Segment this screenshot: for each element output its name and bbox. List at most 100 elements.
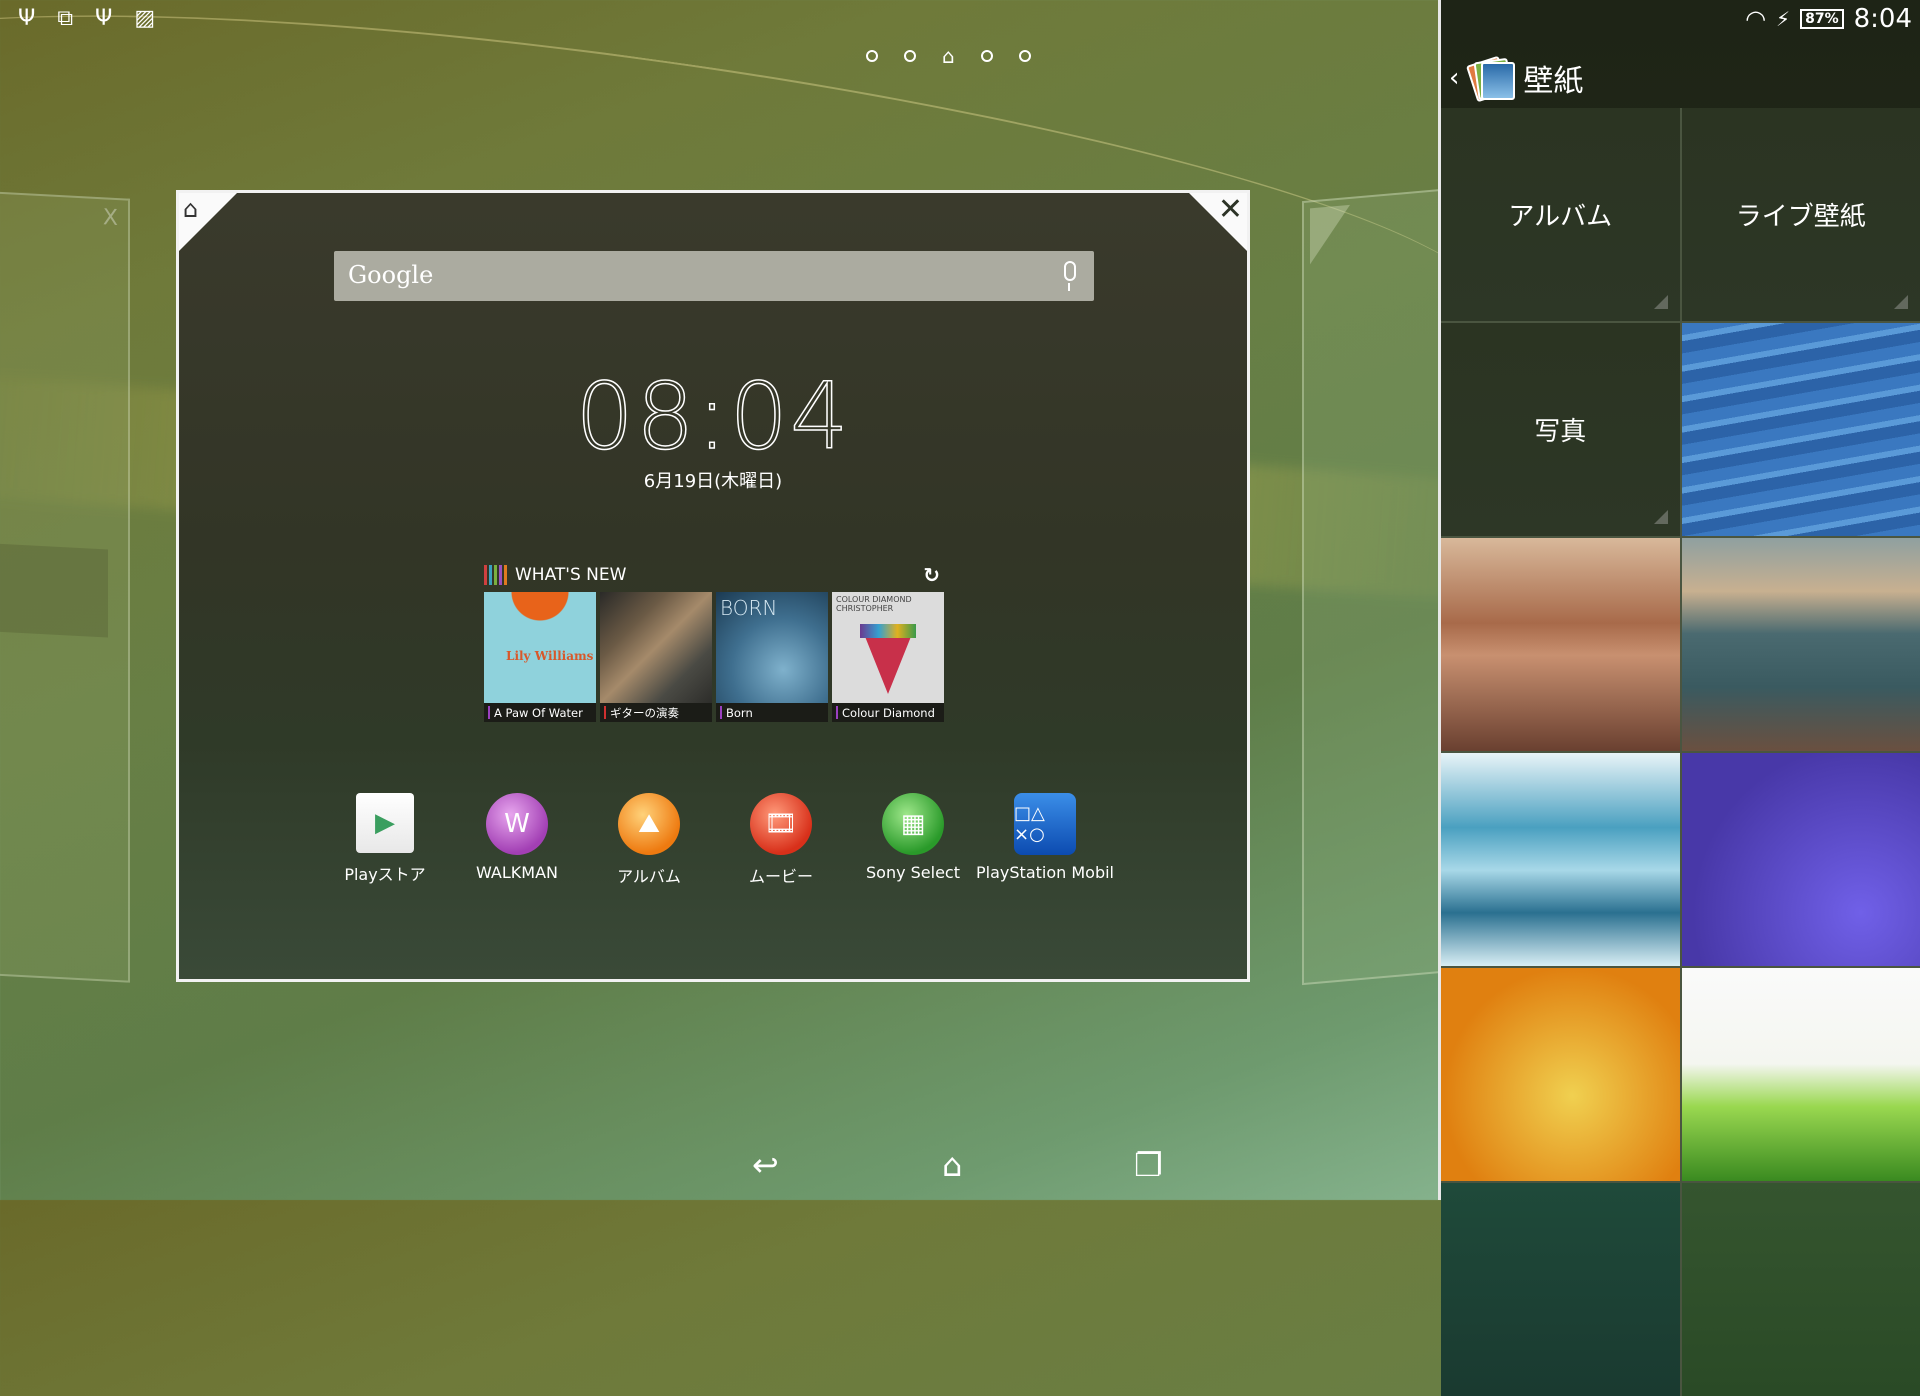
tile-label: アルバム <box>1508 196 1612 233</box>
album-art: Lily Williams <box>484 592 596 703</box>
page-dot[interactable] <box>866 50 878 62</box>
corner-indicator <box>1894 295 1908 309</box>
app-walkman[interactable]: W WALKMAN <box>451 793 583 887</box>
sony-select-icon: ▦ <box>882 793 944 855</box>
corner-indicator <box>1654 510 1668 524</box>
close-icon[interactable]: ✕ <box>1218 193 1243 226</box>
page-dot[interactable] <box>904 50 916 62</box>
album-art-text: COLOUR DIAMOND CHRISTOPHER <box>836 596 944 614</box>
card-front <box>1481 62 1515 100</box>
accent-bar <box>488 706 490 719</box>
home-page-icon[interactable]: ⌂ <box>942 46 955 66</box>
app-label: WALKMAN <box>476 863 558 882</box>
bar <box>504 565 507 585</box>
app-label: Sony Select <box>866 863 960 882</box>
home-page-preview-right[interactable] <box>1302 189 1442 985</box>
navigation-bar: ↩ ⌂ ❐ <box>0 1130 1440 1200</box>
app-movie[interactable]: 🎞 ムービー <box>715 793 847 887</box>
app-album[interactable]: ⛰ アルバム <box>583 793 715 887</box>
back-button[interactable]: ↩ <box>752 1146 779 1184</box>
album-art: BORN <box>716 592 828 703</box>
refresh-icon[interactable]: ↻ <box>923 563 940 587</box>
page-dot[interactable] <box>1019 50 1031 62</box>
charging-icon: ⚡ <box>1776 7 1790 31</box>
diamond-top <box>860 624 916 638</box>
bar <box>494 565 497 585</box>
app-dock: ▶ Playストア W WALKMAN ⛰ アルバム 🎞 ムービー ▦ Sony… <box>319 793 1111 887</box>
app-sony-select[interactable]: ▦ Sony Select <box>847 793 979 887</box>
app-label: PlayStation Mobil <box>976 863 1114 882</box>
wifi-icon: ◠ <box>1745 5 1766 33</box>
widget-ghost <box>0 543 108 637</box>
album-title: Colour Diamond <box>842 706 935 720</box>
album-item[interactable]: Lily Williams A Paw Of Water <box>484 592 596 722</box>
app-label: ムービー <box>749 863 813 887</box>
wallpaper-thumb-orange[interactable] <box>1441 968 1680 1181</box>
bar <box>489 565 492 585</box>
tile-label: ライブ壁紙 <box>1736 196 1866 233</box>
status-bar-right: ◠ ⚡ 87% 8:04 <box>1745 4 1912 34</box>
app-label: アルバム <box>617 863 681 887</box>
google-search-bar[interactable]: Google <box>334 251 1094 301</box>
page-dot[interactable] <box>981 50 993 62</box>
accent-bar <box>836 706 838 719</box>
accent-bar <box>720 706 722 719</box>
google-logo: Google <box>348 261 433 289</box>
wallpaper-app-icon <box>1469 56 1513 100</box>
album-item[interactable]: BORN Born <box>716 592 828 722</box>
album-item[interactable]: COLOUR DIAMOND CHRISTOPHER Colour Diamon… <box>832 592 944 722</box>
wallpaper-thumb-water[interactable] <box>1682 323 1920 536</box>
home-page-preview-current[interactable]: ⌂ ✕ Google 08:04 6月19日(木曜日) WHAT'S NEW ↻… <box>176 190 1250 982</box>
corner-indicator <box>1654 295 1668 309</box>
recents-button[interactable]: ❐ <box>1134 1146 1163 1184</box>
status-time: 8:04 <box>1854 4 1912 34</box>
wallpaper-picker-panel: ◠ ⚡ 87% 8:04 ‹ 壁紙 アルバム ライブ壁紙 写真 <box>1438 0 1920 1200</box>
walkman-icon: W <box>486 793 548 855</box>
album-art: COLOUR DIAMOND CHRISTOPHER <box>832 592 944 703</box>
bar <box>484 565 487 585</box>
clock-time[interactable]: 08:04 <box>179 363 1247 470</box>
app-playstation-mobile[interactable]: □△ ×○ PlayStation Mobil <box>979 793 1111 887</box>
album-title: ギターの演奏 <box>610 705 679 721</box>
app-play-store[interactable]: ▶ Playストア <box>319 793 451 887</box>
home-button[interactable]: ⌂ <box>942 1146 962 1184</box>
wallpaper-header[interactable]: ‹ 壁紙 <box>1441 48 1920 108</box>
whats-new-widget: WHAT'S NEW ↻ Lily Williams A Paw Of Wate… <box>484 560 944 722</box>
wallpaper-grid: アルバム ライブ壁紙 写真 <box>1441 108 1920 1396</box>
home-page-preview-left[interactable]: X <box>0 191 130 982</box>
usb-icon: Ψ <box>18 6 35 31</box>
tile-live-wallpaper[interactable]: ライブ壁紙 <box>1682 108 1920 321</box>
wallpaper-thumb-clouds[interactable] <box>1441 753 1680 966</box>
image-icon: ▨ <box>134 6 155 31</box>
wallpaper-thumb-green[interactable] <box>1682 1183 1920 1396</box>
accent-bar <box>604 706 606 719</box>
tile-album[interactable]: アルバム <box>1441 108 1680 321</box>
tile-label: 写真 <box>1534 411 1586 448</box>
movie-icon: 🎞 <box>750 793 812 855</box>
tile-photo[interactable]: 写真 <box>1441 323 1680 536</box>
app-label: Playストア <box>344 861 425 885</box>
status-bar-left: Ψ ⧉ Ψ ▨ <box>18 6 155 31</box>
mic-icon[interactable] <box>1064 261 1076 281</box>
screen-mirror-icon: ⧉ <box>57 6 73 31</box>
wallpaper-thumb-coast[interactable] <box>1682 538 1920 751</box>
page-indicator: ⌂ <box>866 46 1031 66</box>
clock-date: 6月19日(木曜日) <box>179 467 1247 493</box>
wallpaper-thumb-autumn-lake[interactable] <box>1441 538 1680 751</box>
bar <box>499 565 502 585</box>
album-icon: ⛰ <box>618 793 680 855</box>
album-title: Born <box>726 706 753 720</box>
wallpaper-thumb-purple[interactable] <box>1682 753 1920 966</box>
album-item[interactable]: ギターの演奏 <box>600 592 712 722</box>
back-chevron-icon[interactable]: ‹ <box>1449 63 1459 93</box>
album-art <box>600 592 712 703</box>
wallpaper-thumb-teal[interactable] <box>1441 1183 1680 1396</box>
home-icon: ⌂ <box>183 197 198 221</box>
playstation-mobile-icon: □△ ×○ <box>1014 793 1076 855</box>
home-icon <box>1310 205 1350 264</box>
wallpaper-thumb-grass[interactable] <box>1682 968 1920 1181</box>
album-art-text: BORN <box>720 596 777 620</box>
play-store-icon: ▶ <box>356 793 414 853</box>
wallpaper-title: 壁紙 <box>1523 56 1583 100</box>
album-art-text: Lily Williams <box>506 650 593 663</box>
